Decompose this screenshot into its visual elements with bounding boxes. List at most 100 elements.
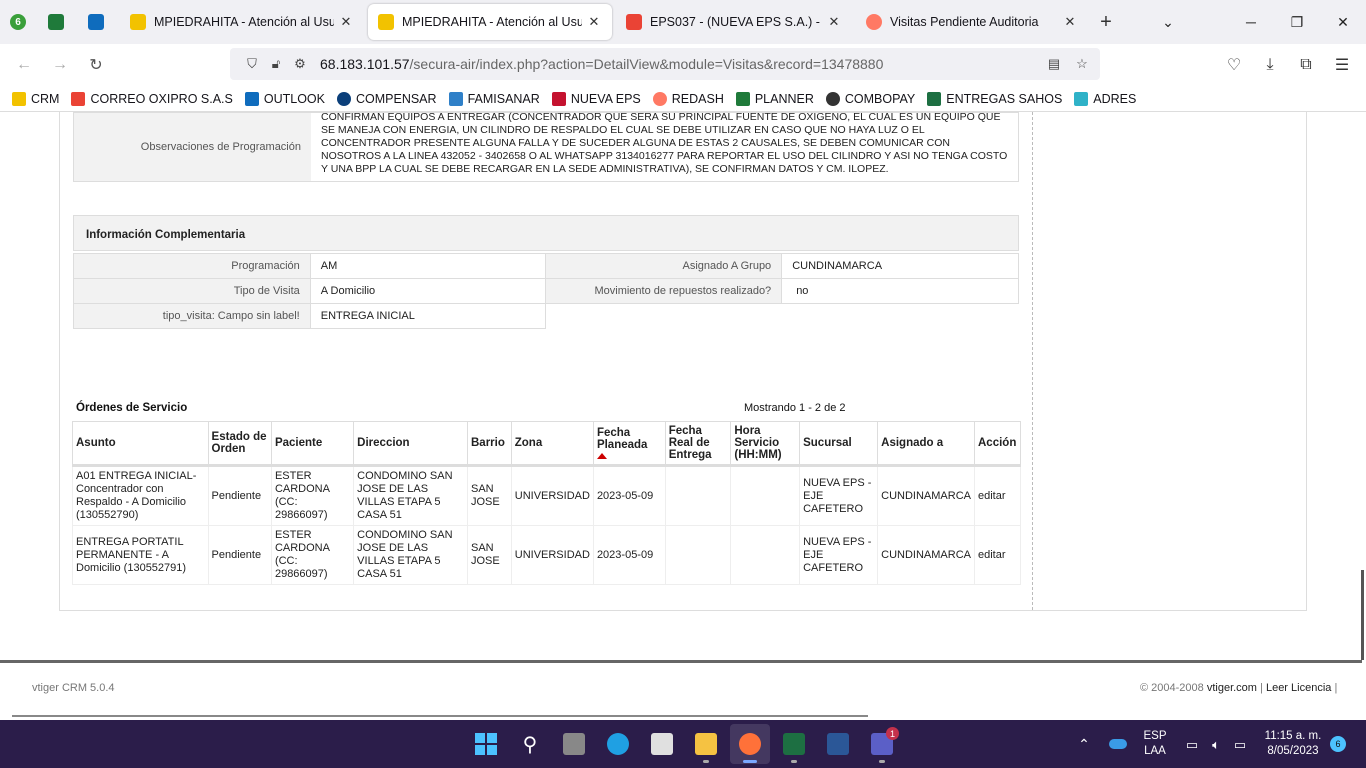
show-hidden-icons[interactable]: ⌃ [1072,720,1096,768]
col-header[interactable]: Asunto [72,421,209,467]
address-bar[interactable]: ⛉ 🔓︎ ⚙ 68.183.101.57/secura-air/index.ph… [230,48,1100,80]
section-heading: Información Complementaria [73,215,1019,251]
col-header[interactable]: Paciente [270,421,355,467]
bookmark-compensar[interactable]: COMPENSAR [336,91,437,106]
url-host: 68.183.101.57 [320,56,410,72]
vtiger-link[interactable]: vtiger.com [1207,682,1257,694]
bookmark-crm[interactable]: CRM [12,91,59,106]
bookmark-combopay[interactable]: COMBOPAY [825,91,915,106]
notifications-button[interactable]: 6 [1329,720,1347,768]
snipping-tool-button[interactable] [642,724,682,764]
tab-title: EPS037 - (NUEVA EPS S.A.) - Rad [650,15,822,29]
file-explorer-button[interactable] [686,724,726,764]
reader-view-icon[interactable]: ▤ [1042,56,1066,72]
col-header[interactable]: Direccion [353,421,468,467]
language-indicator[interactable]: ESP LAA [1138,720,1172,768]
firefox-button[interactable] [730,724,770,764]
network-icon[interactable]: ▭ [1180,720,1204,768]
forward-icon[interactable]: → [42,49,78,81]
teams-badge: 1 [886,727,899,740]
close-tab-icon[interactable]: ✕ [1062,14,1078,30]
start-button[interactable] [466,724,506,764]
edit-link[interactable]: editar [978,490,1006,502]
observaciones-value: CONFIRMAN EQUIPOS A ENTREGAR (CONCENTRAD… [321,112,1008,175]
extensions-icon[interactable]: ⧉ [1288,44,1324,86]
back-icon[interactable]: ← [6,49,42,81]
bookmark-planner[interactable]: PLANNER [735,91,814,106]
menu-icon[interactable]: ☰ [1324,44,1360,86]
bookmark-entregas[interactable]: ENTREGAS SAHOS [927,91,1062,106]
edit-link[interactable]: editar [978,549,1006,561]
copyright-text: © 2004-2008 [1140,682,1204,694]
cell-asignado: CUNDINAMARCA [877,465,975,526]
downloads-icon[interactable]: ⤓ [1252,44,1288,86]
field-label: tipo_visita: Campo sin label! [73,303,311,329]
horizontal-scrollbar[interactable] [12,715,868,717]
cell-paciente[interactable]: ESTER CARDONA (CC: 29866097) [270,525,355,585]
bookmark-outlook[interactable]: OUTLOOK [244,91,325,106]
word-button[interactable] [818,724,858,764]
bookmark-adres[interactable]: ADRES [1074,91,1136,106]
restore-icon[interactable]: ❐ [1274,0,1320,44]
search-button[interactable]: ⚲ [510,724,550,764]
cell-paciente[interactable]: ESTER CARDONA (CC: 29866097) [270,465,355,526]
edge-button[interactable] [598,724,638,764]
list-tabs-icon[interactable]: ⌄ [1145,0,1191,44]
nueva-eps-icon [551,91,566,106]
volume-icon[interactable]: 🔈︎ [1204,720,1228,768]
cell-fecha: 2023-05-09 [592,465,666,526]
field-value: no [781,278,1019,304]
close-tab-icon[interactable]: ✕ [826,14,842,30]
pinned-tab-outlook[interactable] [76,0,116,44]
col-header[interactable]: Fecha Real de Entrega [664,421,732,467]
bookmark-famisanar[interactable]: FAMISANAR [448,91,540,106]
close-window-icon[interactable]: ✕ [1320,0,1366,44]
bookmark-correo[interactable]: CORREO OXIPRO S.A.S [71,91,233,106]
language-code: ESP [1143,730,1167,742]
col-header[interactable]: Sucursal [799,421,879,467]
edge-icon [607,733,629,755]
field-label: Asignado A Grupo [545,253,783,279]
cell-asunto[interactable]: ENTREGA PORTATIL PERMANENTE - A Domicili… [72,525,209,585]
reload-icon[interactable]: ↻ [78,49,114,81]
col-header[interactable]: Hora Servicio (HH:MM) [730,421,801,467]
excel-button[interactable] [774,724,814,764]
col-header[interactable]: Barrio [467,421,512,467]
license-link[interactable]: Leer Licencia [1266,682,1331,694]
vertical-scrollbar[interactable] [1361,570,1364,660]
shield-icon[interactable]: ⛉ [240,56,264,72]
tab-crm-2[interactable]: MPIEDRAHITA - Atención al Usu ✕ [368,4,612,40]
task-view-button[interactable] [554,724,594,764]
clock[interactable]: 11:15 a. m. 8/05/2023 [1258,720,1328,768]
bookmark-nueva-eps[interactable]: NUEVA EPS [551,91,641,106]
cell-fecha-real [664,465,732,526]
minimize-icon[interactable]: ─ [1228,0,1274,44]
tab-crm-1[interactable]: MPIEDRAHITA - Atención al Usu ✕ [120,4,364,40]
col-header[interactable]: Estado de Orden [207,421,272,467]
pocket-icon[interactable]: ♡ [1216,44,1252,86]
teams-button[interactable]: 1 [862,724,902,764]
close-tab-icon[interactable]: ✕ [338,14,354,30]
close-tab-icon[interactable]: ✕ [586,14,602,30]
onedrive-icon[interactable] [1104,720,1132,768]
insecure-lock-icon[interactable]: 🔓︎ [264,56,288,72]
browser-tab-strip: 6 MPIEDRAHITA - Atención al Usu ✕ MPIEDR… [0,0,1366,44]
new-tab-button[interactable]: + [1088,11,1124,34]
tab-gmail[interactable]: EPS037 - (NUEVA EPS S.A.) - Rad ✕ [616,4,852,40]
bookmark-redash[interactable]: REDASH [652,91,724,106]
workspace-badge[interactable]: 6 [0,0,36,44]
pinned-tab-planner[interactable] [36,0,76,44]
bookmark-label: OUTLOOK [263,91,325,106]
cell-estado: Pendiente [207,525,272,585]
battery-icon[interactable]: ▭ [1228,720,1252,768]
adres-icon [1074,91,1089,106]
col-header[interactable]: Asignado a [877,421,975,467]
permissions-icon[interactable]: ⚙ [288,56,312,72]
url-text[interactable]: 68.183.101.57/secura-air/index.php?actio… [320,56,883,72]
cell-asunto[interactable]: A01 ENTREGA INICIAL- Concentrador con Re… [72,465,209,526]
col-header-sorted[interactable]: Fecha Planeada [592,421,666,467]
tab-redash[interactable]: Visitas Pendiente Auditoria ✕ [856,4,1088,40]
col-header[interactable]: Zona [510,421,594,467]
observaciones-label: Observaciones de Programación [74,113,311,181]
bookmark-star-icon[interactable]: ☆ [1070,56,1094,72]
